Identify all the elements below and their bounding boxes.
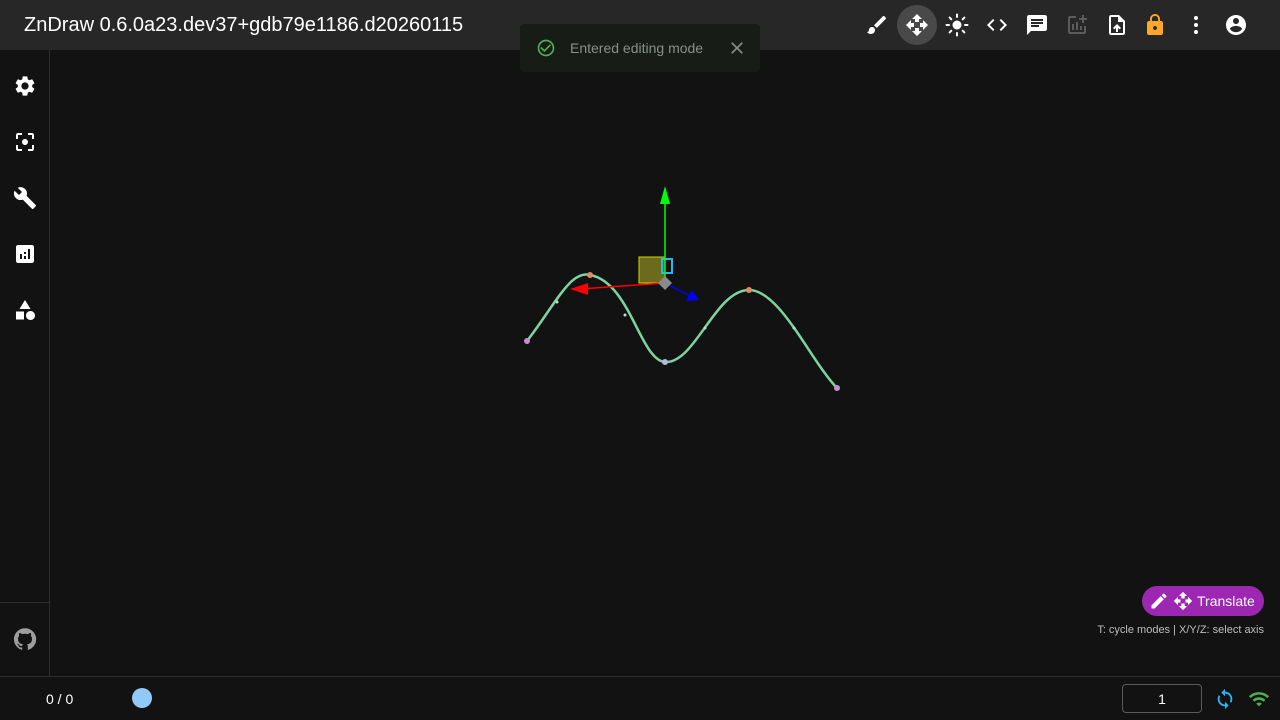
editing-mode-indicator[interactable]: Translate [1142,586,1264,616]
check-circle-icon [537,39,555,57]
drawing-mode-button[interactable] [857,5,897,45]
frame-input[interactable] [1122,684,1202,713]
pencil-icon [1151,593,1167,609]
gear-icon [15,76,35,96]
add-chart-icon [1068,15,1087,34]
curve-point[interactable] [662,359,668,365]
editing-mode-button[interactable] [897,5,937,45]
sidebar-item-settings[interactable] [5,66,45,106]
move-icon [1173,591,1193,611]
bottom-bar: 0 / 0 [0,676,1280,720]
analytics-icon [16,245,34,263]
sidebar-divider [0,602,49,603]
notification-toast: Entered editing mode [520,24,760,72]
shapes-icon [16,300,35,320]
curve-point[interactable] [703,326,707,330]
github-icon [13,628,37,650]
frame-counter: 0 / 0 [46,691,74,707]
brightness-icon [945,13,969,37]
code-icon [987,19,1007,31]
chat-icon [1027,15,1047,35]
wrench-icon [13,187,36,209]
close-icon[interactable] [727,38,747,58]
sidebar [0,50,50,676]
y-axis-arrow[interactable] [660,186,670,204]
add-plot-button[interactable] [1057,5,1097,45]
sidebar-item-analysis[interactable] [5,234,45,274]
theme-toggle-button[interactable] [937,5,977,45]
sync-icon[interactable] [1214,688,1236,710]
sidebar-item-geometries[interactable] [5,290,45,330]
curve-point[interactable] [555,300,559,304]
account-icon [1226,15,1246,35]
x-axis-gizmo[interactable] [579,282,666,290]
upload-file-icon [1109,15,1125,35]
curve-point[interactable] [746,287,752,293]
chat-button[interactable] [1017,5,1057,45]
wifi-icon [1248,692,1270,707]
mode-label: Translate [1197,593,1255,609]
frame-slider-thumb[interactable] [132,688,152,708]
account-button[interactable] [1216,5,1256,45]
3d-viewport[interactable] [50,50,1280,676]
upload-button[interactable] [1097,5,1137,45]
code-button[interactable] [977,5,1017,45]
curve-point[interactable] [623,313,627,317]
keyboard-hint: T: cycle modes | X/Y/Z: select axis [1097,624,1264,636]
move-icon [906,14,928,36]
sidebar-item-selection[interactable] [5,122,45,162]
curve-point[interactable] [587,272,593,278]
curve-point[interactable] [792,326,796,330]
x-axis-arrow[interactable] [570,283,588,295]
scene-canvas[interactable] [50,50,1280,676]
sidebar-item-modifiers[interactable] [5,178,45,218]
lock-icon [1147,14,1163,35]
curve-point[interactable] [524,338,530,344]
more-options-button[interactable] [1176,5,1216,45]
center-focus-icon [16,133,34,151]
lock-button[interactable] [1135,5,1175,45]
curve-point[interactable] [834,385,840,391]
more-vert-icon [1194,16,1198,34]
brush-icon [867,15,887,35]
github-link[interactable] [5,619,45,659]
app-title: ZnDraw 0.6.0a23.dev37+gdb79e1186.d202601… [24,14,464,36]
toast-message: Entered editing mode [570,40,704,56]
